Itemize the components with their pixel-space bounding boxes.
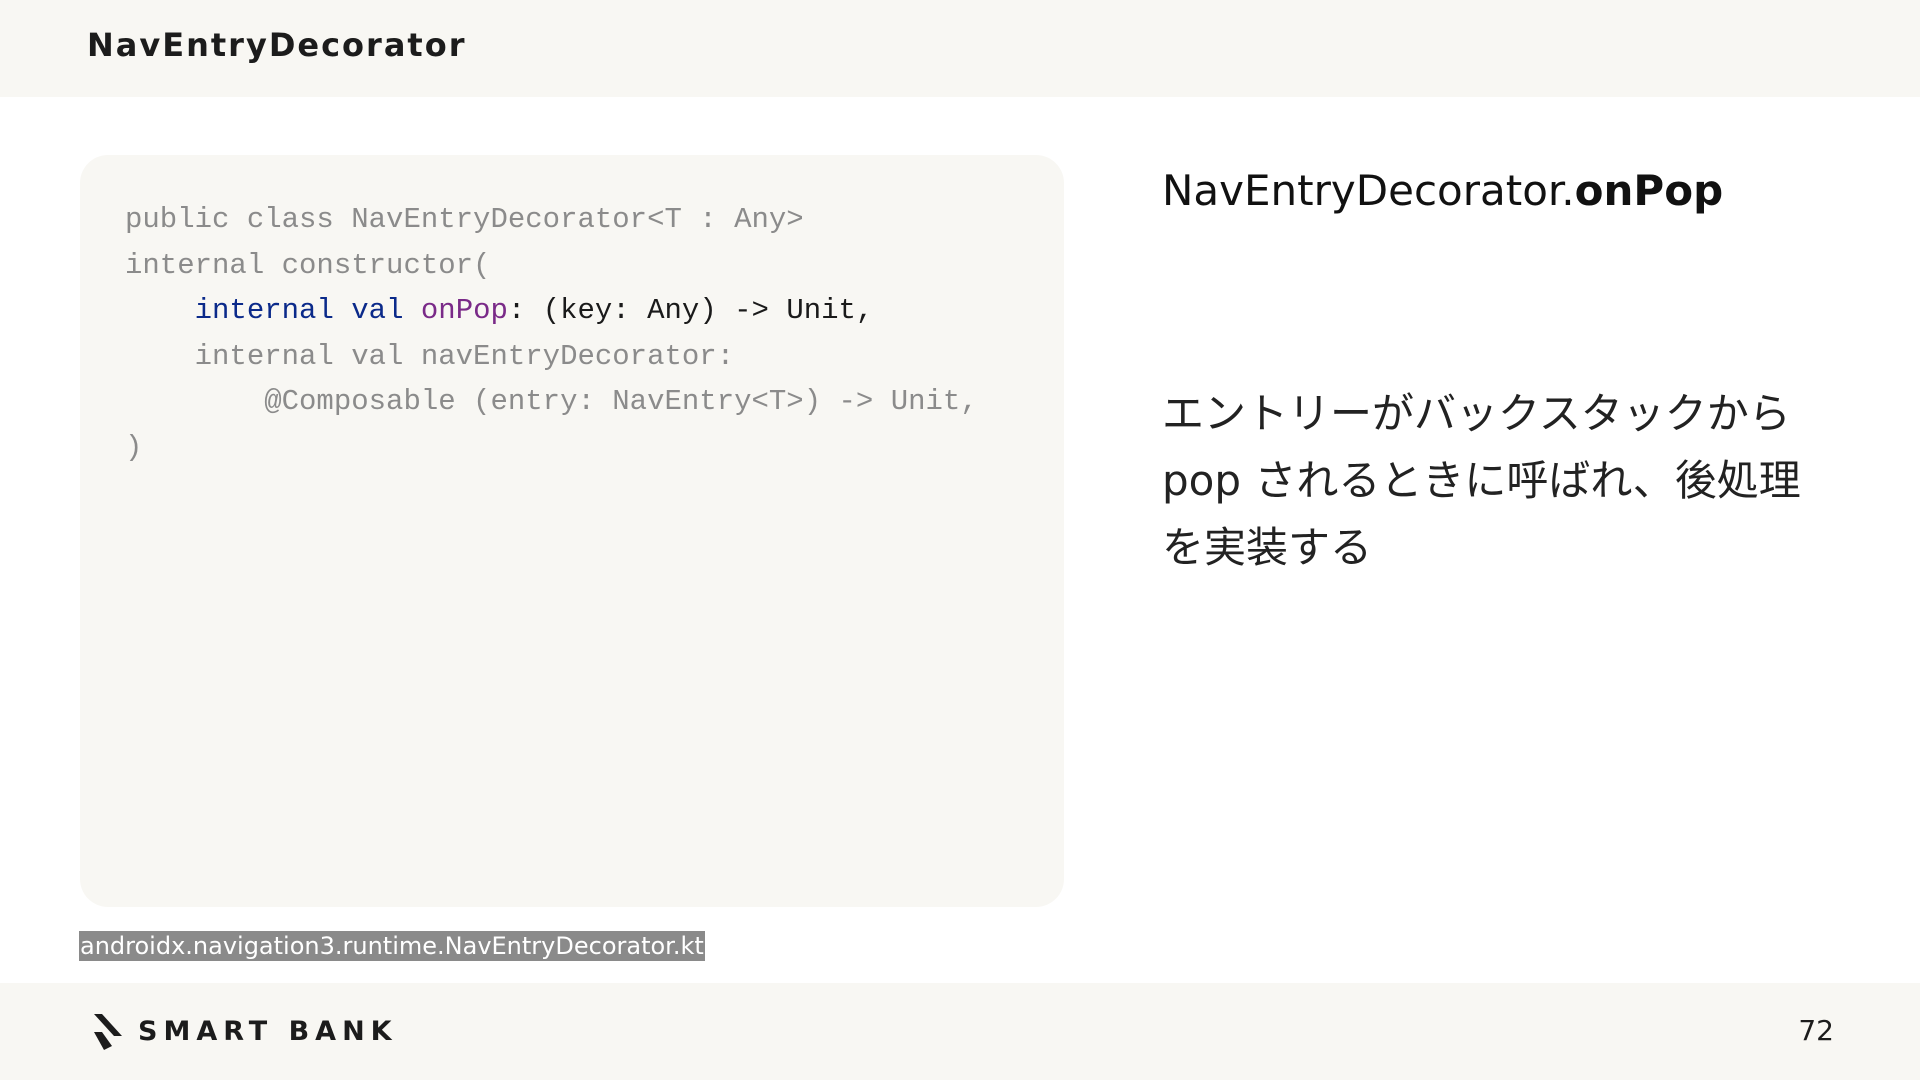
code-line-5: @Composable (entry: NavEntry<T>) -> Unit… [125, 385, 978, 419]
title-prefix: NavEntryDecorator. [1162, 166, 1575, 215]
code-signature: : (key: Any) -> Unit, [507, 294, 874, 328]
code-line-2: internal constructor( [125, 248, 491, 282]
code-panel: public class NavEntryDecorator<T : Any> i… [80, 155, 1064, 907]
source-file-label: androidx.navigation3.runtime.NavEntryDec… [79, 931, 705, 961]
title-strong: onPop [1574, 166, 1724, 215]
code-identifier-onpop: onPop [420, 294, 508, 328]
code-line-1: public class NavEntryDecorator<T : Any> [125, 203, 804, 236]
code-line-6: ) [125, 430, 143, 464]
logo-text: SMART BANK [138, 1015, 398, 1047]
slide-header: NavEntryDecorator [0, 0, 1920, 97]
smartbank-mark-icon [94, 1014, 122, 1050]
description-text: エントリーがバックスタックから pop されるときに呼ばれ、後処理 を実装する [1162, 389, 1801, 572]
smartbank-logo: SMART BANK [88, 1010, 398, 1052]
code-block: public class NavEntryDecorator<T : Any> i… [125, 197, 978, 471]
page-number: 72 [1798, 1014, 1834, 1047]
main-title: NavEntryDecorator.onPop [1162, 166, 1723, 215]
code-modifier-internal: internal [194, 294, 334, 328]
header-title: NavEntryDecorator [87, 26, 467, 64]
code-line-4: internal val navEntryDecorator: [125, 339, 735, 373]
code-keyword-val: val [351, 294, 404, 328]
code-line-3-highlighted: internal val onPop: (key: Any) -> Unit, [125, 288, 978, 334]
